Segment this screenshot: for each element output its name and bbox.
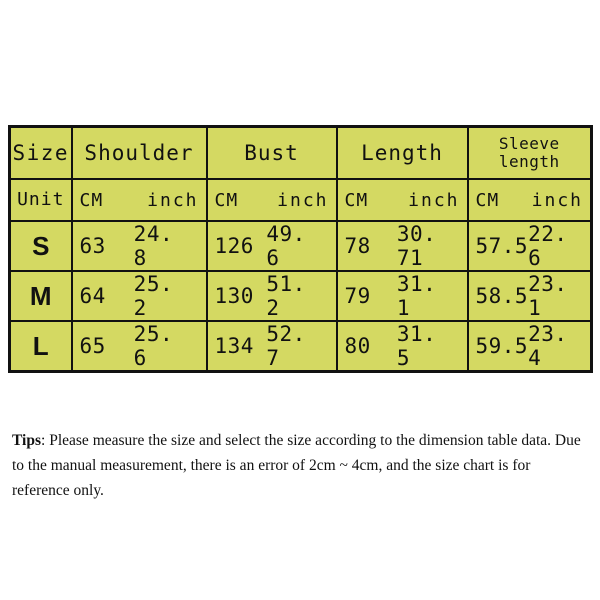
value-shoulder-inch-m: 25. 2 [133, 272, 174, 320]
value-length-cm-l: 80 [344, 334, 371, 358]
tips-text: Please measure the size and select the s… [12, 432, 581, 500]
cell-length-s: 78 30. 71 [335, 220, 469, 272]
header-cell-bust: Bust [205, 125, 338, 180]
unit-label: Unit [17, 188, 65, 210]
unit-bust-cm: CM [214, 189, 239, 211]
table-row: L 65 25. 6 134 52. 7 80 31. 5 59.5 23. 4 [8, 320, 593, 373]
value-length-inch-m: 31. 1 [396, 272, 437, 320]
unit-sleeve-inch: inch [531, 189, 583, 211]
size-table: Size Shoulder Bust Length Sleeve length [8, 125, 593, 373]
value-length-inch-s: 30. 71 [396, 222, 437, 270]
header-label-sleeve-length: Sleeve length [498, 133, 560, 171]
value-length-inch-l: 31. 5 [396, 322, 437, 370]
value-shoulder-inch-l: 25. 6 [133, 322, 174, 370]
header-label-length: Length [361, 140, 443, 165]
value-sleeve-cm-s: 57.5 [475, 234, 529, 258]
value-shoulder-cm-l: 65 [79, 334, 106, 358]
value-sleeve-inch-m: 23. 1 [528, 272, 568, 320]
value-shoulder-cm-m: 64 [79, 284, 106, 308]
size-value-s: S [32, 230, 50, 261]
value-sleeve-cm-m: 58.5 [475, 284, 529, 308]
tips-label: Tips [12, 432, 42, 449]
cell-size-s: S [8, 220, 73, 272]
unit-cell-bust: CM inch [205, 178, 338, 222]
cell-sleeve-l: 59.5 23. 4 [466, 320, 593, 373]
unit-length-cm: CM [344, 189, 369, 211]
size-value-l: L [32, 330, 49, 361]
value-bust-cm-s: 126 [214, 234, 254, 258]
cell-bust-m: 130 51. 2 [205, 270, 338, 322]
size-table-container: Size Shoulder Bust Length Sleeve length [8, 125, 593, 373]
header-cell-length: Length [335, 125, 469, 180]
cell-shoulder-s: 63 24. 8 [70, 220, 208, 272]
cell-length-l: 80 31. 5 [335, 320, 469, 373]
tips-paragraph: Tips: Please measure the size and select… [12, 428, 588, 503]
unit-cell-label: Unit [8, 178, 73, 222]
header-cell-sleeve-length: Sleeve length [466, 125, 593, 180]
size-value-m: M [29, 280, 52, 311]
table-row: S 63 24. 8 126 49. 6 78 30. 71 57.5 22. … [8, 220, 593, 272]
value-shoulder-inch-s: 24. 8 [133, 222, 174, 270]
unit-sleeve-cm: CM [475, 189, 500, 211]
value-sleeve-cm-l: 59.5 [475, 334, 529, 358]
table-unit-row: Unit CM inch CM inch CM inch CM inch [8, 178, 593, 222]
header-label-size: Size [12, 140, 70, 165]
unit-shoulder-inch: inch [147, 189, 199, 211]
header-label-shoulder: Shoulder [84, 140, 194, 165]
unit-bust-inch: inch [277, 189, 329, 211]
cell-bust-l: 134 52. 7 [205, 320, 338, 373]
cell-size-l: L [8, 320, 73, 373]
cell-size-m: M [8, 270, 73, 322]
unit-cell-shoulder: CM inch [70, 178, 208, 222]
value-bust-inch-s: 49. 6 [266, 222, 306, 270]
table-header-row: Size Shoulder Bust Length Sleeve length [8, 125, 593, 180]
value-bust-inch-l: 52. 7 [266, 322, 306, 370]
unit-length-inch: inch [408, 189, 460, 211]
unit-cell-length: CM inch [335, 178, 469, 222]
value-sleeve-inch-l: 23. 4 [528, 322, 568, 370]
value-bust-cm-l: 134 [214, 334, 254, 358]
value-bust-cm-m: 130 [214, 284, 254, 308]
cell-shoulder-m: 64 25. 2 [70, 270, 208, 322]
cell-shoulder-l: 65 25. 6 [70, 320, 208, 373]
cell-sleeve-s: 57.5 22. 6 [466, 220, 593, 272]
value-sleeve-inch-s: 22. 6 [528, 222, 568, 270]
value-length-cm-m: 79 [344, 284, 371, 308]
value-shoulder-cm-s: 63 [79, 234, 106, 258]
cell-bust-s: 126 49. 6 [205, 220, 338, 272]
unit-shoulder-cm: CM [79, 189, 104, 211]
value-length-cm-s: 78 [344, 234, 371, 258]
size-chart-page: Size Shoulder Bust Length Sleeve length [0, 0, 600, 600]
cell-sleeve-m: 58.5 23. 1 [466, 270, 593, 322]
header-cell-shoulder: Shoulder [70, 125, 208, 180]
cell-length-m: 79 31. 1 [335, 270, 469, 322]
header-label-bust: Bust [244, 140, 299, 165]
value-bust-inch-m: 51. 2 [266, 272, 306, 320]
tips-separator: : [41, 432, 50, 449]
header-cell-size: Size [8, 125, 73, 180]
unit-cell-sleeve-length: CM inch [466, 178, 593, 222]
table-row: M 64 25. 2 130 51. 2 79 31. 1 58.5 23. 1 [8, 270, 593, 322]
